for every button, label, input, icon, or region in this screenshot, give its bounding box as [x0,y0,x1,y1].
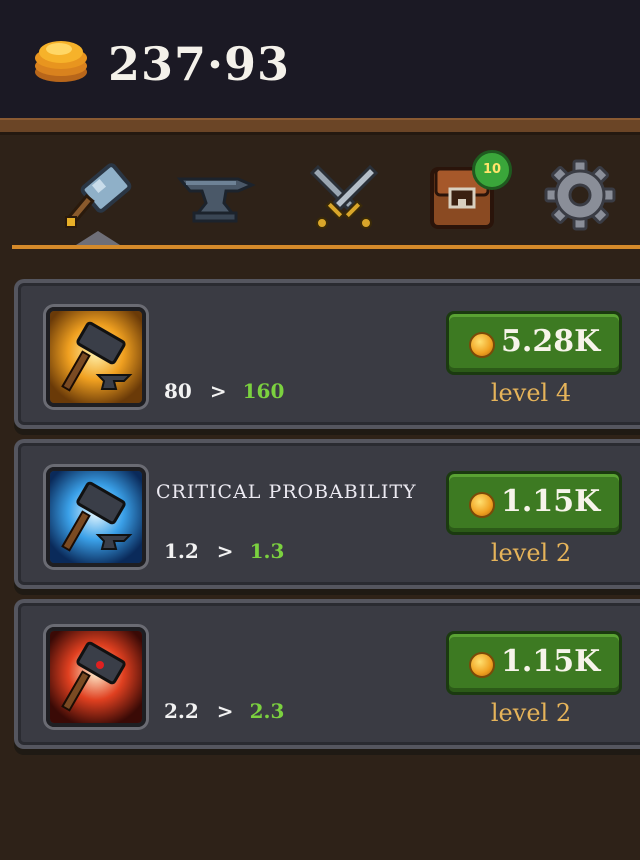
gold-coin-stack-icon [35,41,87,82]
upgrade-level: level 4 [446,379,616,407]
upgrade-icon [46,627,146,727]
current-value: 80 [164,379,192,403]
upgrade-stat: 1.2 >1.3 [164,539,284,563]
tab-hammer[interactable] [58,155,138,235]
active-tab-indicator [76,231,120,245]
coin-icon [469,332,495,358]
upgrade-card: 80 >160 5.28K level 4 [14,279,640,429]
level-label: level [490,539,549,567]
upgrade-price: 5.28K [501,324,601,359]
tab-combat[interactable] [304,155,384,235]
upgrade-price: 1.15K [501,484,601,519]
current-value: 1.2 [164,539,199,563]
crossed-swords-icon [309,164,379,229]
upgrade-card: 2.2 >2.3 1.15K level 2 [14,599,640,749]
next-value: 160 [242,379,285,403]
upgrade-level: level 2 [446,699,616,727]
hammer-gold-icon [50,311,142,403]
hammer-icon [65,163,132,228]
hammer-blue-icon [50,471,142,563]
level-number: 2 [555,699,572,727]
currency-bar: 237·93 [0,0,640,122]
level-number: 4 [555,379,572,407]
level-label: level [490,699,549,727]
upgrade-stat: 2.2 >2.3 [164,699,284,723]
tab-underline [12,245,640,249]
upgrade-card: CRITICAL PROBABILITY 1.2 >1.3 1.15K level… [14,439,640,589]
coin-icon [469,492,495,518]
anvil-icon [176,177,256,223]
coin-balance: 237·93 [108,37,291,91]
upgrade-level: level 2 [446,539,616,567]
upgrade-icon [46,307,146,407]
tab-settings[interactable] [540,155,620,235]
current-value: 2.2 [164,699,199,723]
upgrade-price: 1.15K [501,644,601,679]
arrow: > [216,539,234,563]
arrow: > [209,379,227,403]
hammer-red-icon [50,631,142,723]
upgrade-stat: 80 >160 [164,379,284,403]
coin-icon [469,652,495,678]
tab-anvil[interactable] [176,155,256,235]
buy-upgrade-button[interactable]: 1.15K [446,631,622,695]
level-label: level [490,379,549,407]
gear-icon [544,159,616,231]
buy-upgrade-button[interactable]: 1.15K [446,471,622,535]
upgrade-title: CRITICAL PROBABILITY [156,481,417,503]
inventory-count-badge: 10 [472,150,512,190]
buy-upgrade-button[interactable]: 5.28K [446,311,622,375]
level-number: 2 [555,539,572,567]
upgrade-icon [46,467,146,567]
next-value: 1.3 [249,539,285,563]
next-value: 2.3 [249,699,285,723]
arrow: > [216,699,234,723]
